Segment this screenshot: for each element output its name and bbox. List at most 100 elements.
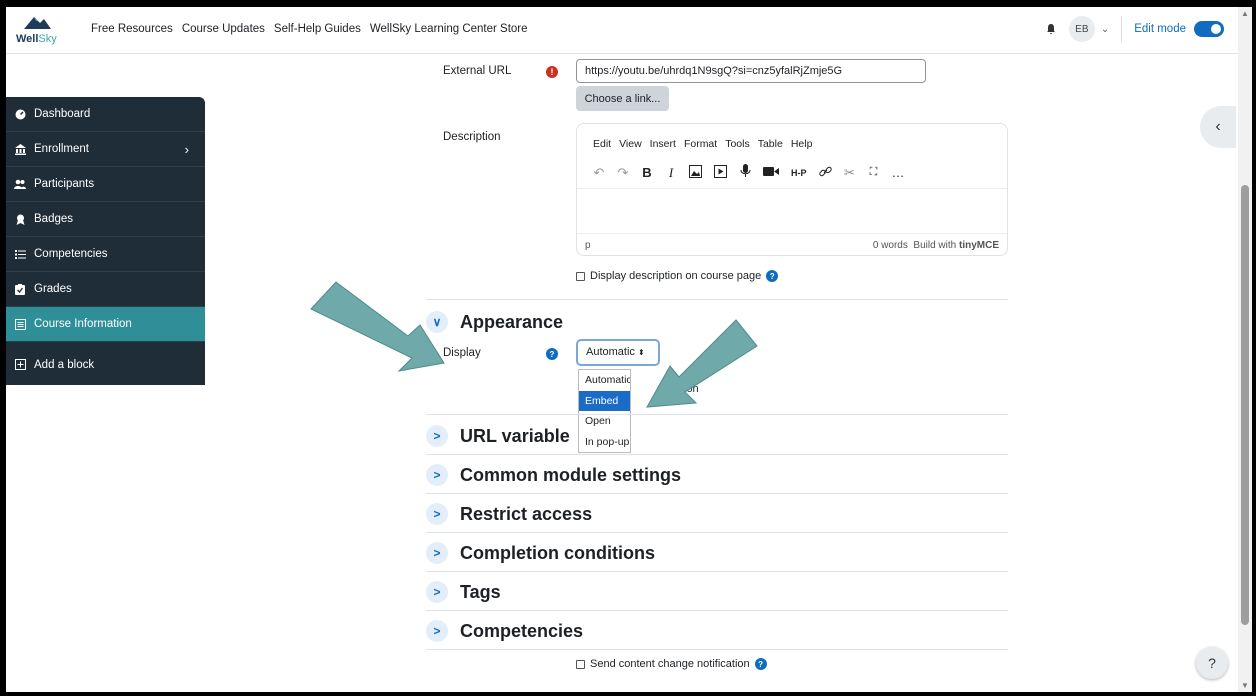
- description-label: Description: [443, 131, 501, 143]
- chevron-right-icon[interactable]: >: [426, 464, 448, 486]
- bell-icon[interactable]: [1041, 19, 1061, 39]
- external-url-label: External URL: [443, 65, 512, 77]
- top-navbar: WellSky Free Resources Course Updates Se…: [6, 7, 1238, 54]
- image-icon[interactable]: [689, 164, 702, 181]
- section-completion-conditions[interactable]: > Completion conditions: [426, 542, 655, 564]
- drawer-item-label: Participants: [34, 178, 95, 190]
- undo-icon[interactable]: ↶: [593, 165, 605, 181]
- required-icon: !: [546, 66, 558, 78]
- link-icon[interactable]: [818, 165, 832, 181]
- chevron-right-icon[interactable]: >: [426, 620, 448, 642]
- nav-link-learning-center-store[interactable]: WellSky Learning Center Store: [370, 23, 528, 35]
- divider: [426, 414, 1008, 415]
- bold-icon[interactable]: B: [641, 165, 653, 180]
- display-option-in-popup[interactable]: In pop-up: [579, 432, 630, 453]
- section-title: Appearance: [460, 311, 564, 332]
- drawer-item-course-information[interactable]: Course Information: [6, 307, 205, 342]
- media-icon[interactable]: [714, 164, 727, 181]
- tinymce-brand[interactable]: tinyMCE: [959, 240, 999, 251]
- drawer-item-label: Competencies: [34, 248, 108, 260]
- drawer-item-competencies[interactable]: Competencies: [6, 237, 205, 272]
- chevron-right-icon[interactable]: >: [426, 542, 448, 564]
- chevron-right-icon[interactable]: >: [426, 425, 448, 447]
- nav-link-course-updates[interactable]: Course Updates: [182, 23, 265, 35]
- user-controls: EB ⌄ Edit mode: [1041, 16, 1224, 42]
- help-icon[interactable]: ?: [546, 348, 558, 360]
- section-title: Competencies: [460, 620, 584, 641]
- page-scrollbar[interactable]: ▲ ▼: [1238, 7, 1252, 692]
- display-option-automatic[interactable]: Automatic: [579, 370, 630, 391]
- course-index-drawer: Dashboard Enrollment › Participants Badg…: [6, 97, 205, 385]
- divider: [426, 493, 1008, 494]
- help-icon[interactable]: ?: [766, 270, 779, 282]
- redo-icon[interactable]: ↷: [617, 165, 629, 181]
- fullscreen-icon[interactable]: ⛶: [868, 166, 880, 179]
- chevron-right-icon[interactable]: >: [426, 581, 448, 603]
- section-competencies[interactable]: > Competencies: [426, 620, 583, 642]
- drawer-item-dashboard[interactable]: Dashboard: [6, 97, 205, 132]
- editor-menu-help[interactable]: Help: [791, 138, 813, 150]
- display-description-row: Display description on course page ?: [576, 270, 779, 282]
- drawer-item-grades[interactable]: Grades: [6, 272, 205, 307]
- nav-link-free-resources[interactable]: Free Resources: [91, 23, 173, 35]
- display-option-embed[interactable]: Embed: [579, 390, 630, 411]
- wellsky-logo[interactable]: WellSky: [16, 11, 66, 49]
- divider: [426, 299, 1008, 300]
- external-url-input[interactable]: https://youtu.be/uhrdq1N9sgQ?si=cnz5yfal…: [576, 59, 926, 83]
- help-question-icon[interactable]: ?: [1196, 647, 1228, 679]
- editor-statusbar: p 0 words Build with tinyMCE: [577, 233, 1007, 256]
- appearance-section-header[interactable]: ∨ Appearance: [426, 311, 563, 333]
- microphone-icon[interactable]: [739, 164, 751, 181]
- drawer-item-label: Grades: [34, 283, 72, 295]
- choose-link-button[interactable]: Choose a link...: [576, 86, 669, 111]
- editor-menu-tools[interactable]: Tools: [725, 138, 750, 150]
- editor-menu-insert[interactable]: Insert: [650, 138, 676, 150]
- add-block-button[interactable]: Add a block: [6, 342, 205, 387]
- divider: [426, 610, 1008, 611]
- drawer-item-enrollment[interactable]: Enrollment ›: [6, 132, 205, 167]
- users-icon: [14, 178, 26, 190]
- editor-menu-table[interactable]: Table: [758, 138, 783, 150]
- unlink-icon[interactable]: ✂: [844, 165, 856, 181]
- block-drawer-toggle-chevron-left-icon[interactable]: ‹: [1200, 106, 1236, 148]
- send-notification-checkbox[interactable]: [576, 659, 585, 669]
- divider: [577, 188, 1007, 189]
- scrollbar-thumb[interactable]: [1241, 185, 1249, 625]
- chevron-right-icon[interactable]: >: [426, 503, 448, 525]
- video-camera-icon[interactable]: [763, 165, 779, 180]
- editor-menu-view[interactable]: View: [619, 138, 642, 150]
- drawer-item-label: Course Information: [34, 318, 132, 330]
- mountain-logo-icon: [24, 17, 51, 29]
- send-notification-row: Send content change notification ?: [576, 658, 767, 670]
- help-icon[interactable]: ?: [754, 658, 767, 670]
- chevron-right-icon[interactable]: ›: [185, 142, 189, 157]
- section-common-module-settings[interactable]: > Common module settings: [426, 464, 681, 486]
- display-description-checkbox[interactable]: [576, 271, 585, 281]
- editor-menu-format[interactable]: Format: [684, 138, 717, 150]
- description-editor[interactable]: Edit View Insert Format Tools Table Help…: [576, 123, 1008, 256]
- section-tags[interactable]: > Tags: [426, 581, 501, 603]
- more-icon[interactable]: …: [892, 165, 905, 180]
- user-avatar[interactable]: EB: [1068, 16, 1095, 42]
- nav-link-self-help-guides[interactable]: Self-Help Guides: [274, 23, 361, 35]
- badge-icon: [14, 213, 26, 225]
- chevron-down-icon[interactable]: ∨: [426, 311, 448, 333]
- display-select[interactable]: Automatic ⬍: [576, 339, 660, 366]
- scroll-up-arrow-icon[interactable]: ▲: [1241, 9, 1249, 18]
- edit-mode-toggle[interactable]: [1194, 21, 1224, 37]
- annotation-arrow-left: [310, 281, 445, 372]
- info-box-icon: [14, 318, 26, 330]
- chevron-down-icon[interactable]: ⌄: [1101, 24, 1109, 35]
- scroll-down-arrow-icon[interactable]: ▼: [1241, 681, 1249, 690]
- italic-icon[interactable]: I: [665, 165, 677, 181]
- section-restrict-access[interactable]: > Restrict access: [426, 503, 592, 525]
- h5p-icon[interactable]: H-P: [791, 168, 807, 178]
- element-path[interactable]: p: [585, 240, 591, 251]
- plus-box-icon: [14, 359, 26, 371]
- editor-toolbar: ↶ ↷ B I H-P ✂ ⛶ …: [593, 164, 905, 181]
- editor-menu-edit[interactable]: Edit: [593, 138, 611, 150]
- section-url-variables[interactable]: > URL variable: [426, 425, 570, 447]
- drawer-item-participants[interactable]: Participants: [6, 167, 205, 202]
- divider: [426, 532, 1008, 533]
- drawer-item-badges[interactable]: Badges: [6, 202, 205, 237]
